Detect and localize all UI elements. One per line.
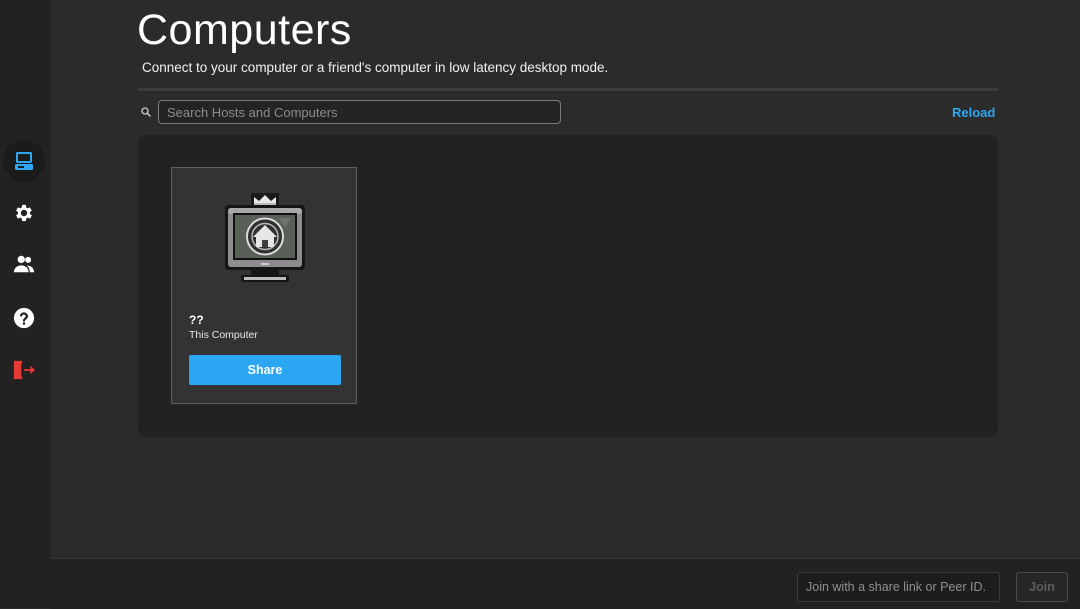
- sidebar-item-friends[interactable]: [3, 243, 45, 285]
- home-computer-icon: [225, 193, 305, 282]
- page-subtitle: Connect to your computer or a friend's c…: [142, 60, 609, 75]
- header-divider: [138, 88, 998, 91]
- sidebar-item-computers[interactable]: [3, 140, 45, 182]
- reload-button[interactable]: Reload: [952, 105, 995, 120]
- computer-name: ??: [189, 313, 204, 327]
- search-input[interactable]: [158, 100, 561, 124]
- share-button[interactable]: Share: [189, 355, 341, 385]
- help-icon: [13, 307, 35, 329]
- computer-icon: [15, 152, 33, 170]
- join-link-input[interactable]: [797, 572, 1000, 602]
- page-title: Computers: [137, 6, 352, 54]
- search-icon: [141, 107, 151, 117]
- gear-icon: [16, 204, 32, 222]
- sidebar-item-settings[interactable]: [3, 192, 45, 234]
- logout-icon: [13, 360, 35, 380]
- sidebar-item-help[interactable]: [3, 297, 45, 339]
- users-icon: [13, 255, 35, 273]
- computer-card: ?? This Computer Share: [171, 167, 357, 404]
- sidebar: [0, 0, 50, 608]
- computer-subtitle: This Computer: [189, 329, 258, 341]
- join-button[interactable]: Join: [1016, 572, 1068, 602]
- sidebar-item-logout[interactable]: [3, 349, 45, 391]
